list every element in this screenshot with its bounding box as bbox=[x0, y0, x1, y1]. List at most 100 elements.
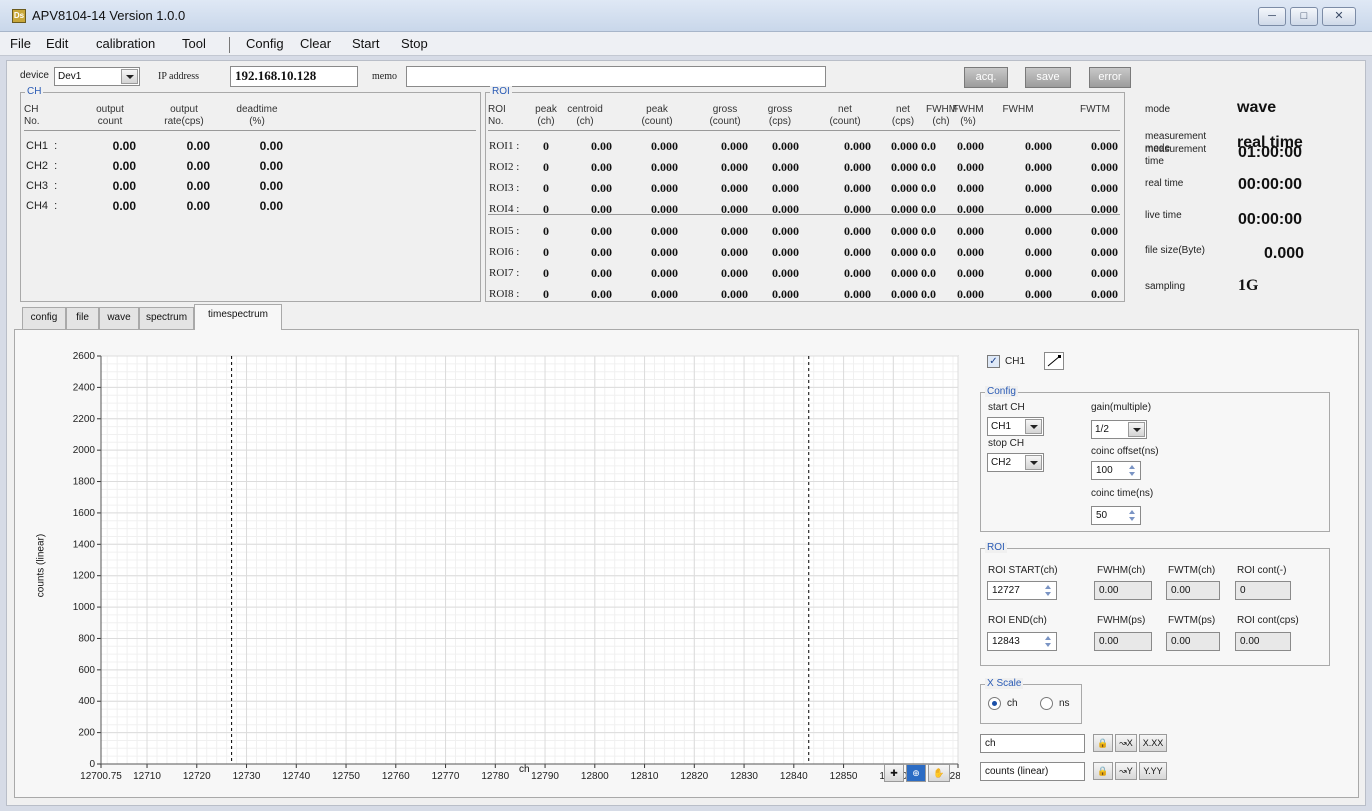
roi-cell: 0.000 bbox=[1025, 139, 1052, 153]
tab-config[interactable]: config bbox=[22, 307, 66, 329]
x-autoscale-icon[interactable]: ↝X bbox=[1115, 734, 1137, 752]
start-ch-select[interactable]: CH1 bbox=[987, 417, 1044, 436]
ch-header-deadtime: deadtime (%) bbox=[236, 104, 278, 127]
roi-start-input[interactable]: 12727 bbox=[987, 581, 1057, 600]
maximize-button[interactable]: □ bbox=[1290, 7, 1318, 26]
x-format-button[interactable]: X.XX bbox=[1139, 734, 1167, 752]
y-axis-title: counts (linear) bbox=[35, 533, 47, 598]
gain-select[interactable]: 1/2 bbox=[1091, 420, 1147, 439]
plot-line-style-icon[interactable] bbox=[1044, 352, 1064, 370]
coinc-time-label: coinc time(ns) bbox=[1091, 488, 1154, 499]
x-axis-name-field[interactable]: ch bbox=[980, 734, 1085, 753]
chevron-down-icon bbox=[1025, 455, 1042, 470]
roi-start-value: 12727 bbox=[992, 585, 1020, 596]
y-lock-icon[interactable]: 🔒 bbox=[1093, 762, 1113, 780]
ch-cell: 0.00 bbox=[186, 139, 210, 153]
app-icon: Ds bbox=[12, 9, 26, 23]
spinner-icon[interactable] bbox=[1042, 636, 1054, 648]
roi-header-cell: net (cps) bbox=[891, 104, 915, 127]
roi-row-label: ROI8 : bbox=[489, 288, 520, 300]
fwhm-ps-label: FWHM(ps) bbox=[1097, 615, 1146, 626]
roi-cell: 0.000 bbox=[957, 224, 984, 238]
roi-cell: 0.000 bbox=[957, 287, 984, 301]
x-tick-label: 12760 bbox=[382, 771, 410, 780]
device-select[interactable]: Dev1 bbox=[54, 67, 140, 86]
roi-header-cell: FWTM bbox=[1080, 104, 1110, 115]
ch-row-label: CH3 : bbox=[26, 180, 58, 192]
tab-file[interactable]: file bbox=[66, 307, 99, 329]
roi-cell: 0.0 bbox=[921, 224, 936, 238]
roi-cell: 0.000 bbox=[651, 202, 678, 216]
spinner-icon[interactable] bbox=[1126, 465, 1138, 477]
roi-cell: 0.00 bbox=[591, 224, 612, 238]
y-autoscale-icon[interactable]: ↝Y bbox=[1115, 762, 1137, 780]
save-button[interactable]: save bbox=[1025, 67, 1071, 88]
stop-ch-value: CH2 bbox=[991, 457, 1012, 468]
roi-end-input[interactable]: 12843 bbox=[987, 632, 1057, 651]
coinc-time-input[interactable]: 50 bbox=[1091, 506, 1141, 525]
menu-edit[interactable]: Edit bbox=[46, 36, 68, 51]
roi-cont-cps-field: 0.00 bbox=[1235, 632, 1291, 651]
close-button[interactable]: ✕ bbox=[1322, 7, 1356, 26]
minimize-button[interactable]: ─ bbox=[1258, 7, 1286, 26]
timespectrum-chart[interactable]: 0 200 400 600 800 1000 1200 1400 1600 1800 2000 220… bbox=[20, 340, 960, 780]
x-scale-ch-radio[interactable] bbox=[988, 697, 1001, 710]
roi-cell: 0.000 bbox=[844, 160, 871, 174]
ch-header-no: CH No. bbox=[24, 104, 40, 127]
zoom-tool-icon[interactable]: ⊕ bbox=[906, 764, 926, 782]
roi-cell: 0.000 bbox=[651, 181, 678, 195]
error-button[interactable]: error bbox=[1089, 67, 1131, 88]
menu-stop[interactable]: Stop bbox=[401, 36, 428, 51]
spinner-icon[interactable] bbox=[1042, 585, 1054, 597]
ip-address-input[interactable]: 192.168.10.128 bbox=[230, 66, 358, 87]
roi-cell: 0.000 bbox=[844, 202, 871, 216]
menu-clear[interactable]: Clear bbox=[300, 36, 331, 51]
tab-wave[interactable]: wave bbox=[99, 307, 139, 329]
x-tick-label: 12810 bbox=[631, 771, 659, 780]
fwhm-ch-label: FWHM(ch) bbox=[1097, 565, 1146, 576]
roi-cell: 0.00 bbox=[591, 202, 612, 216]
x-scale-ch-label: ch bbox=[1007, 698, 1018, 709]
y-tick-label: 800 bbox=[78, 633, 95, 644]
stop-ch-select[interactable]: CH2 bbox=[987, 453, 1044, 472]
y-tick-label: 2000 bbox=[73, 445, 96, 456]
acq-button[interactable]: acq. bbox=[964, 67, 1008, 88]
memo-input[interactable] bbox=[406, 66, 826, 87]
menu-config[interactable]: Config bbox=[246, 36, 284, 51]
ch-header-divider bbox=[24, 130, 476, 131]
menu-calibration[interactable]: calibration bbox=[96, 36, 155, 51]
roi-cell: 0.000 bbox=[772, 266, 799, 280]
roi-cell: 0.000 bbox=[891, 202, 918, 216]
roi-cell: 0.000 bbox=[721, 245, 748, 259]
menu-tool[interactable]: Tool bbox=[182, 36, 206, 51]
ch-cell: 0.00 bbox=[259, 159, 283, 173]
y-tick-label: 0 bbox=[89, 759, 95, 770]
x-scale-ns-radio[interactable] bbox=[1040, 697, 1053, 710]
coinc-offset-input[interactable]: 100 bbox=[1091, 461, 1141, 480]
y-tick-label: 2200 bbox=[73, 414, 96, 425]
ch1-checkbox[interactable]: ✓ bbox=[987, 355, 1000, 368]
roi-cell: 0.000 bbox=[1091, 287, 1118, 301]
tab-spectrum[interactable]: spectrum bbox=[139, 307, 194, 329]
x-tick-label: 12720 bbox=[183, 771, 211, 780]
roi-cell: 0.000 bbox=[721, 287, 748, 301]
crosshair-tool-icon[interactable]: ✚ bbox=[884, 764, 904, 782]
ch-row-label: CH1 : bbox=[26, 140, 58, 152]
start-ch-value: CH1 bbox=[991, 421, 1012, 432]
y-axis-name-field[interactable]: counts (linear) bbox=[980, 762, 1085, 781]
pan-hand-icon[interactable]: ✋ bbox=[928, 764, 950, 782]
tab-timespectrum[interactable]: timespectrum bbox=[194, 304, 282, 330]
roi-cell: 0.000 bbox=[1091, 224, 1118, 238]
menu-start[interactable]: Start bbox=[352, 36, 379, 51]
menu-file[interactable]: File bbox=[10, 36, 31, 51]
roi-cell: 0.000 bbox=[1025, 202, 1052, 216]
y-format-button[interactable]: Y.YY bbox=[1139, 762, 1167, 780]
x-lock-icon[interactable]: 🔒 bbox=[1093, 734, 1113, 752]
roi-end-label: ROI END(ch) bbox=[988, 615, 1047, 626]
fwhm-ps-field: 0.00 bbox=[1094, 632, 1152, 651]
ch-cell: 0.00 bbox=[259, 139, 283, 153]
roi-header-cell: peak (ch) bbox=[535, 104, 557, 127]
roi-cell: 0.000 bbox=[721, 266, 748, 280]
spinner-icon[interactable] bbox=[1126, 510, 1138, 522]
roi-cell: 0.000 bbox=[1091, 245, 1118, 259]
